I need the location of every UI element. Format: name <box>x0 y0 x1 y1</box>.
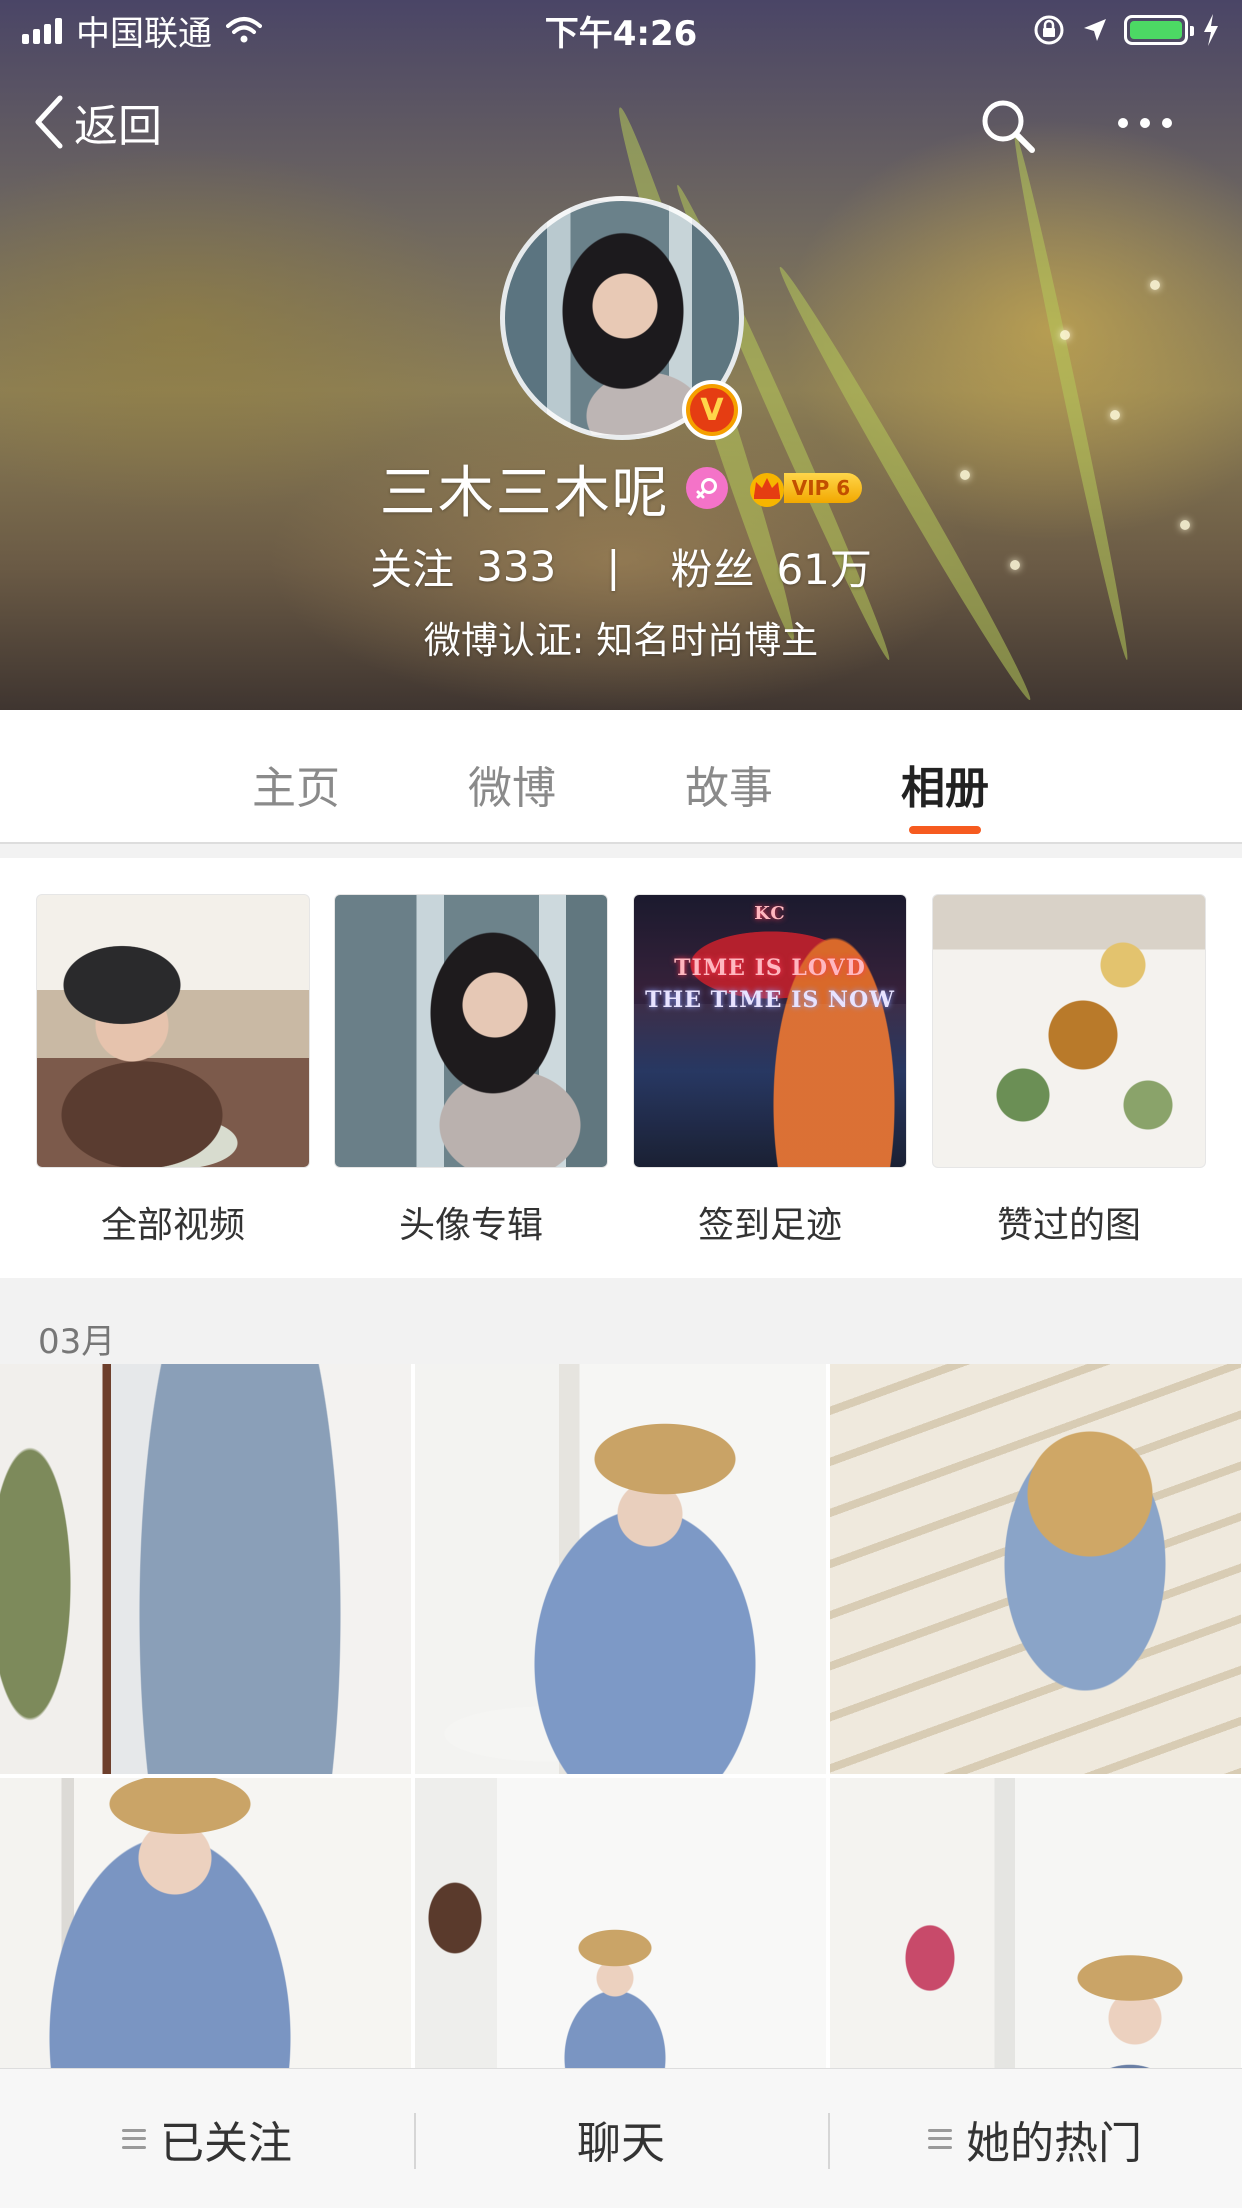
following-label[interactable]: 关注 <box>370 536 454 597</box>
more-icon[interactable] <box>1118 108 1188 138</box>
thumb-neon-text: THE TIME IS NOW <box>645 987 895 1013</box>
rotation-lock-icon <box>1034 15 1064 45</box>
following-count[interactable]: 333 <box>476 542 556 591</box>
battery-level <box>1130 21 1182 39</box>
vip-badge[interactable]: VIP 6 <box>744 468 863 508</box>
menu-icon <box>928 2128 952 2149</box>
album-avatars[interactable]: 头像专辑 <box>334 894 608 1248</box>
verified-badge: V <box>682 380 742 440</box>
thumb-neon-text: TIME IS LOVD <box>674 955 866 981</box>
fans-label[interactable]: 粉丝 <box>670 536 754 597</box>
female-gender-icon <box>685 467 728 509</box>
section-divider <box>0 844 1242 858</box>
photo-thumbnail[interactable] <box>0 1778 411 2068</box>
photo-thumbnail[interactable] <box>830 1364 1241 1774</box>
month-label: 03月 <box>38 1322 116 1362</box>
profile-name-row: 三木三木呢 VIP 6 <box>0 452 1242 526</box>
verification-text: 微博认证: 知名时尚博主 <box>423 619 819 662</box>
photo-thumbnail[interactable] <box>415 1778 826 2068</box>
hot-posts-label: 她的热门 <box>966 2117 1142 2169</box>
top-nav: 返回 <box>0 90 1242 170</box>
followed-button[interactable]: 已关注 <box>0 2069 414 2208</box>
album-label: 赞过的图 <box>996 1205 1141 1246</box>
month-header: 03月 <box>0 1278 1242 1364</box>
cover-dew-decoration <box>1060 330 1070 340</box>
battery-icon <box>1124 15 1194 45</box>
thumb-neon-text: KC <box>754 903 786 924</box>
photo-grid <box>0 1364 1242 2068</box>
charging-icon <box>1204 14 1218 46</box>
photo-thumbnail[interactable] <box>415 1364 826 1774</box>
tab-album[interactable]: 相册 <box>901 752 989 816</box>
album-all-videos[interactable]: 全部视频 <box>36 894 310 1248</box>
profile-stats: 关注 333 | 粉丝 61万 <box>0 534 1242 598</box>
carrier-label: 中国联通 <box>76 13 212 54</box>
verified-badge-label: V <box>690 388 734 432</box>
vip-level-label: VIP 6 <box>783 473 863 503</box>
search-icon[interactable] <box>978 96 1038 156</box>
album-liked-photos[interactable]: 赞过的图 <box>932 894 1206 1248</box>
tab-stories[interactable]: 故事 <box>685 752 773 816</box>
album-categories: 全部视频 头像专辑 KC TIME IS LOVD THE TIME IS NO… <box>0 858 1242 1278</box>
album-label: 头像专辑 <box>398 1205 543 1246</box>
album-thumbnail <box>36 894 310 1168</box>
photo-thumbnail[interactable] <box>830 1778 1241 2068</box>
album-thumbnail <box>932 894 1206 1168</box>
active-tab-indicator <box>909 826 981 834</box>
hot-posts-button[interactable]: 她的热门 <box>828 2069 1242 2208</box>
profile-tabs: 主页 微博 故事 相册 <box>0 710 1242 844</box>
cover-dew-decoration <box>1150 280 1160 290</box>
album-checkins[interactable]: KC TIME IS LOVD THE TIME IS NOW 签到足迹 <box>633 894 907 1248</box>
bottom-action-bar: 已关注 聊天 她的热门 <box>0 2068 1242 2208</box>
menu-icon <box>122 2128 146 2149</box>
fans-count[interactable]: 61万 <box>776 536 871 597</box>
cover-dew-decoration <box>1110 410 1120 420</box>
chat-label: 聊天 <box>577 2117 665 2169</box>
chat-button[interactable]: 聊天 <box>414 2069 828 2208</box>
crown-icon <box>749 473 784 507</box>
wifi-icon <box>226 17 262 43</box>
signal-icon <box>22 16 62 44</box>
album-thumbnail: KC TIME IS LOVD THE TIME IS NOW <box>633 894 907 1168</box>
tab-weibo[interactable]: 微博 <box>468 752 556 816</box>
album-label: 全部视频 <box>100 1205 245 1246</box>
profile-name: 三木三木呢 <box>379 460 670 526</box>
followed-label: 已关注 <box>160 2117 292 2169</box>
back-label: 返回 <box>74 101 162 152</box>
stats-separator: | <box>606 541 621 591</box>
status-bar: 中国联通 下午4:26 <box>0 0 1242 60</box>
photo-thumbnail[interactable] <box>0 1364 411 1774</box>
location-icon <box>1084 19 1106 41</box>
chevron-left-icon <box>35 95 63 149</box>
back-button[interactable]: 返回 <box>34 90 162 154</box>
album-thumbnail <box>334 894 608 1168</box>
tab-home[interactable]: 主页 <box>252 752 340 816</box>
album-label: 签到足迹 <box>697 1205 842 1246</box>
